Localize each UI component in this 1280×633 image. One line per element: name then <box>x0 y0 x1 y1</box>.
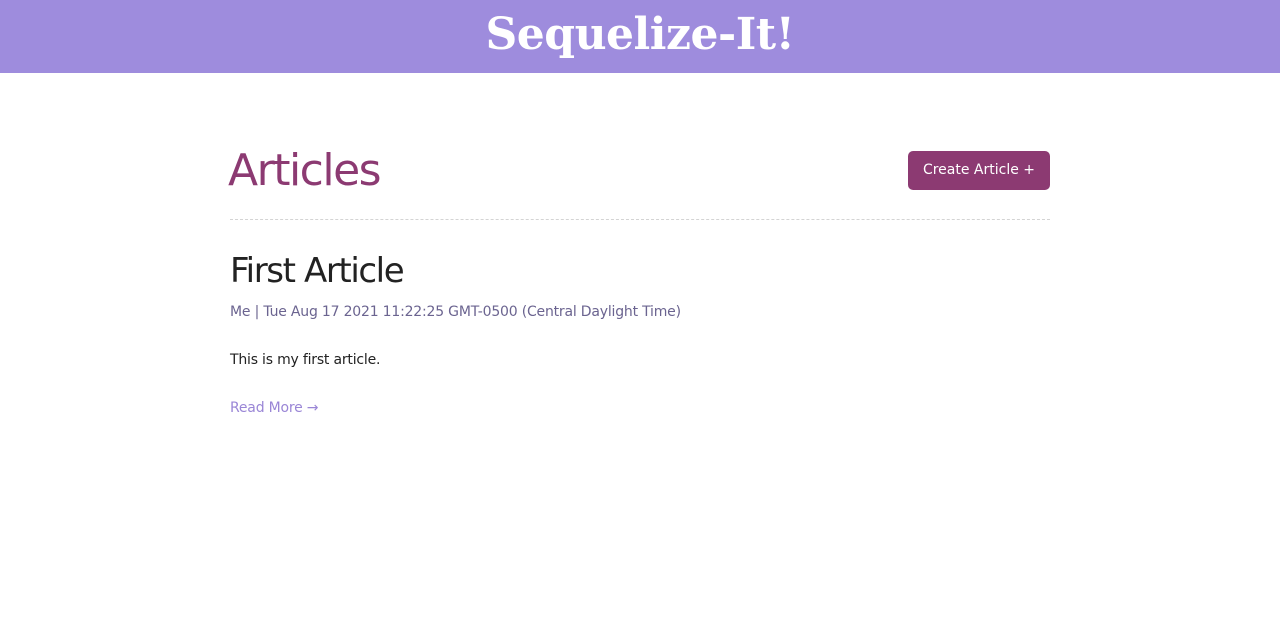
site-header: Sequelize-It! <box>0 0 1280 73</box>
article-body: This is my first article. <box>230 352 381 368</box>
article-title: First Article <box>230 251 405 291</box>
main-content: Articles Create Article + First Article … <box>228 73 1050 416</box>
meta-separator: | <box>254 304 260 320</box>
article-meta: Me | Tue Aug 17 2021 11:22:25 GMT-0500 (… <box>230 304 1050 320</box>
create-article-button[interactable]: Create Article + <box>907 150 1050 190</box>
article-author: Me <box>230 304 251 320</box>
article-item: First Article Me | Tue Aug 17 2021 11:22… <box>230 220 1050 416</box>
page-title: Articles <box>228 145 382 196</box>
page-header: Articles Create Article + <box>228 145 1050 220</box>
site-title: Sequelize-It! <box>485 8 795 60</box>
read-more-link[interactable]: Read More → <box>230 400 319 416</box>
article-date: Tue Aug 17 2021 11:22:25 GMT-0500 (Centr… <box>263 304 681 320</box>
